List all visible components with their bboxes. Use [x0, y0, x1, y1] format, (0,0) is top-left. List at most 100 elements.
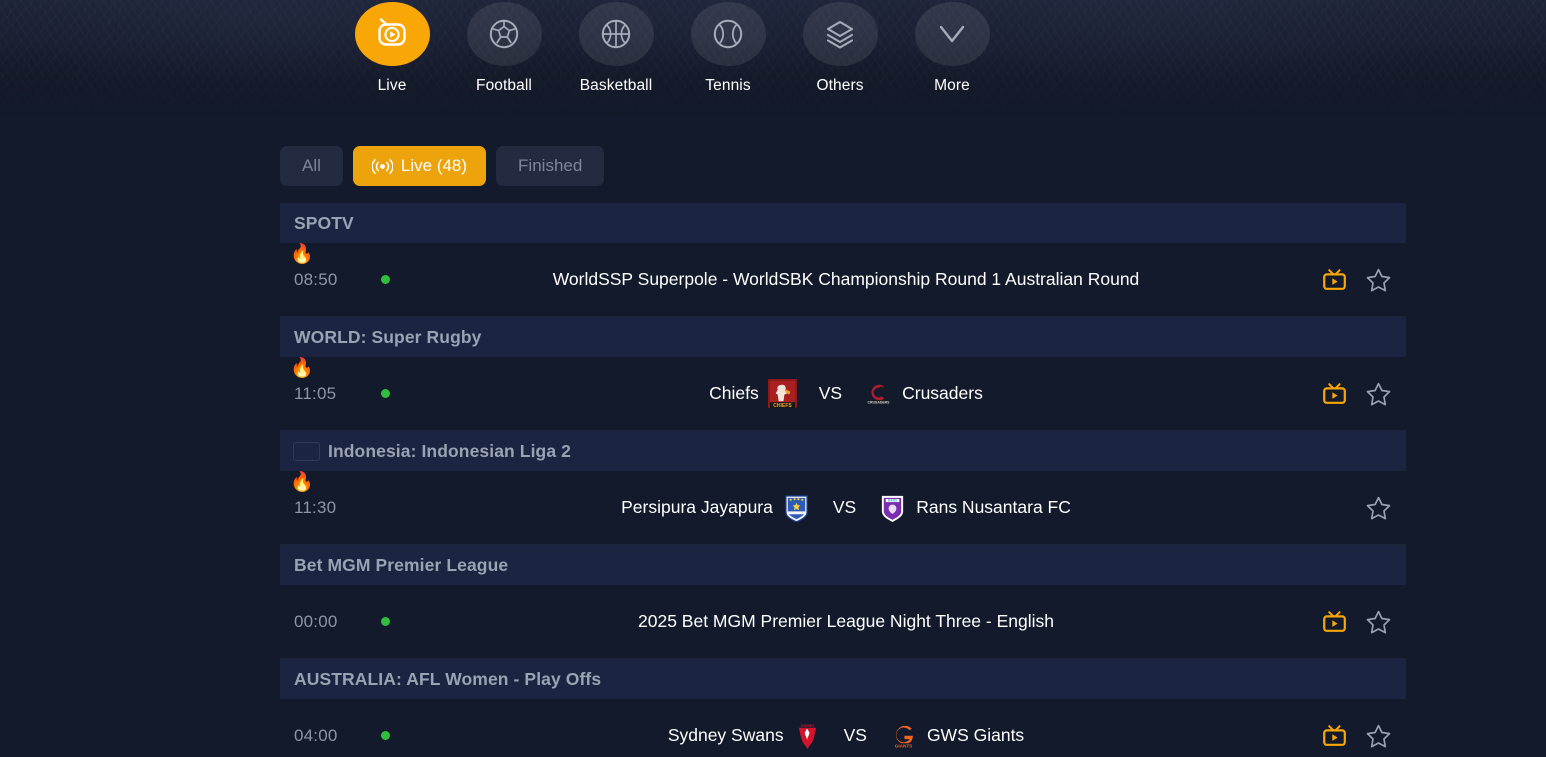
nav-item-label: Tennis: [705, 77, 751, 94]
match-row[interactable]: 🔥 11:30 Persipura Jayapura VS RANS Rans …: [280, 471, 1406, 545]
svg-text:CRUSADERS: CRUSADERS: [868, 401, 891, 405]
nav-item-basketball[interactable]: Basketball: [560, 2, 672, 95]
league-header[interactable]: AUSTRALIA: AFL Women - Play Offs: [280, 659, 1406, 699]
svg-text:SYDNEY: SYDNEY: [800, 724, 814, 728]
match-time: 11:05: [294, 383, 337, 403]
away-team-name: GWS Giants: [926, 725, 1025, 745]
filter-chip-all[interactable]: All: [280, 146, 343, 186]
away-team: RANS Rans Nusantara FC: [878, 493, 1071, 522]
layers-icon: [802, 2, 878, 66]
live-broadcast-icon: [354, 2, 430, 66]
watch-stream-button[interactable]: [1321, 723, 1348, 749]
chiefs-crest-icon: CHIEFS: [767, 379, 797, 408]
match-time: 08:50: [294, 269, 338, 289]
star-icon: [1365, 723, 1392, 749]
favorite-button[interactable]: [1365, 381, 1392, 407]
watch-stream-button[interactable]: [1321, 381, 1348, 407]
svg-text:RANS: RANS: [888, 499, 897, 503]
away-team-name: Rans Nusantara FC: [916, 497, 1071, 517]
tv-stream-icon: [1321, 381, 1348, 407]
league-name: AUSTRALIA: AFL Women - Play Offs: [294, 668, 602, 689]
nav-item-more[interactable]: More: [896, 2, 1008, 95]
nav-item-football[interactable]: Football: [448, 2, 560, 95]
versus-label: VS: [843, 725, 867, 745]
tennis-ball-icon: [690, 2, 766, 66]
sport-category-nav: Live Football Basketball Tennis Others M…: [0, 0, 1546, 95]
star-icon: [1365, 267, 1392, 293]
live-status-dot: [381, 389, 390, 398]
match-row[interactable]: 🔥 08:50 WorldSSP Superpole - WorldSBK Ch…: [280, 243, 1406, 317]
league-header[interactable]: Bet MGM Premier League: [280, 545, 1406, 585]
basketball-icon: [578, 2, 654, 66]
match-actions: [1316, 723, 1392, 749]
away-team: CRUSADERS Crusaders: [864, 379, 983, 408]
nav-item-label: Live: [377, 77, 407, 94]
league-header[interactable]: Indonesia: Indonesian Liga 2: [280, 431, 1406, 471]
favorite-button[interactable]: [1365, 609, 1392, 635]
live-status-dot: [381, 275, 390, 284]
match-time-column: 🔥 11:05: [290, 359, 356, 404]
watch-stream-button[interactable]: [1321, 609, 1348, 635]
home-team-name: Sydney Swans: [667, 725, 784, 745]
nav-item-tennis[interactable]: Tennis: [672, 2, 784, 95]
match-center: Chiefs CHIEFS VS CRUSADERS Crusaders: [390, 379, 1302, 408]
crusaders-crest-icon: CRUSADERS: [864, 379, 894, 408]
favorite-button[interactable]: [1365, 267, 1392, 293]
nav-item-label: Football: [476, 77, 532, 94]
filter-chip-label: Finished: [518, 156, 583, 175]
league-name: SPOTV: [294, 212, 354, 233]
watch-stream-button[interactable]: [1321, 267, 1348, 293]
versus-label: VS: [832, 497, 857, 517]
event-title: 2025 Bet MGM Premier League Night Three …: [638, 611, 1054, 631]
svg-text:GIANTS: GIANTS: [895, 743, 912, 748]
match-time-column: 00:00: [294, 612, 356, 632]
league-header[interactable]: WORLD: Super Rugby: [280, 317, 1406, 357]
app-header: Live Football Basketball Tennis Others M…: [0, 0, 1546, 127]
match-actions: [1316, 267, 1392, 293]
match-time: 11:30: [294, 497, 337, 517]
match-time-column: 🔥 08:50: [290, 245, 356, 290]
football-icon: [466, 2, 542, 66]
match-center: Sydney Swans SYDNEY VS GIANTS GWS Giants: [390, 721, 1302, 750]
tv-stream-icon: [1321, 723, 1348, 749]
league-header[interactable]: SPOTV: [280, 203, 1406, 243]
match-actions: [1316, 381, 1392, 407]
sydney-swans-crest-icon: SYDNEY: [792, 721, 822, 750]
status-filter-bar: All Live (48) Finished: [280, 127, 1406, 203]
match-row[interactable]: 04:00 Sydney Swans SYDNEY VS GIANTS GWS …: [280, 699, 1406, 757]
favorite-button[interactable]: [1365, 723, 1392, 749]
home-team-name: Chiefs: [709, 383, 759, 403]
hot-flame-icon: 🔥: [290, 357, 314, 379]
league-name: Bet MGM Premier League: [294, 554, 509, 575]
match-center: 2025 Bet MGM Premier League Night Three …: [390, 611, 1302, 632]
match-actions: [1316, 495, 1392, 521]
nav-item-label: More: [934, 77, 970, 94]
event-title: WorldSSP Superpole - WorldSBK Championsh…: [552, 269, 1140, 289]
match-time-column: 04:00: [294, 726, 356, 746]
match-time: 04:00: [294, 725, 338, 745]
filter-chip-finished[interactable]: Finished: [496, 146, 605, 186]
gws-giants-crest-icon: GIANTS: [888, 721, 918, 750]
tv-stream-icon: [1321, 609, 1348, 635]
away-team-name: Crusaders: [902, 383, 983, 403]
match-row[interactable]: 00:00 2025 Bet MGM Premier League Night …: [280, 585, 1406, 659]
nav-item-label: Basketball: [579, 77, 653, 94]
league-name: WORLD: Super Rugby: [294, 326, 482, 347]
home-team: Chiefs CHIEFS: [709, 379, 797, 408]
star-icon: [1365, 381, 1392, 407]
filter-chip-live-48[interactable]: Live (48): [352, 146, 487, 186]
live-status-dot: [381, 731, 390, 740]
nav-item-others[interactable]: Others: [784, 2, 896, 95]
match-list-panel: All Live (48) Finished SPOTV 🔥 08:50 Worl…: [280, 127, 1406, 757]
match-row[interactable]: 🔥 11:05 Chiefs CHIEFS VS CRUSADERS Crusa…: [280, 357, 1406, 431]
nav-item-live[interactable]: Live: [336, 2, 448, 95]
hot-flame-icon: 🔥: [290, 471, 314, 493]
league-name: Indonesia: Indonesian Liga 2: [328, 440, 571, 461]
away-team: GIANTS GWS Giants: [888, 721, 1025, 750]
home-team: Sydney Swans SYDNEY: [668, 721, 822, 750]
favorite-button[interactable]: [1365, 495, 1392, 521]
filter-chip-label: All: [302, 156, 321, 175]
hot-flame-icon: 🔥: [290, 243, 314, 265]
match-center: Persipura Jayapura VS RANS Rans Nusantar…: [390, 493, 1302, 522]
persipura-crest-icon: [782, 493, 811, 522]
